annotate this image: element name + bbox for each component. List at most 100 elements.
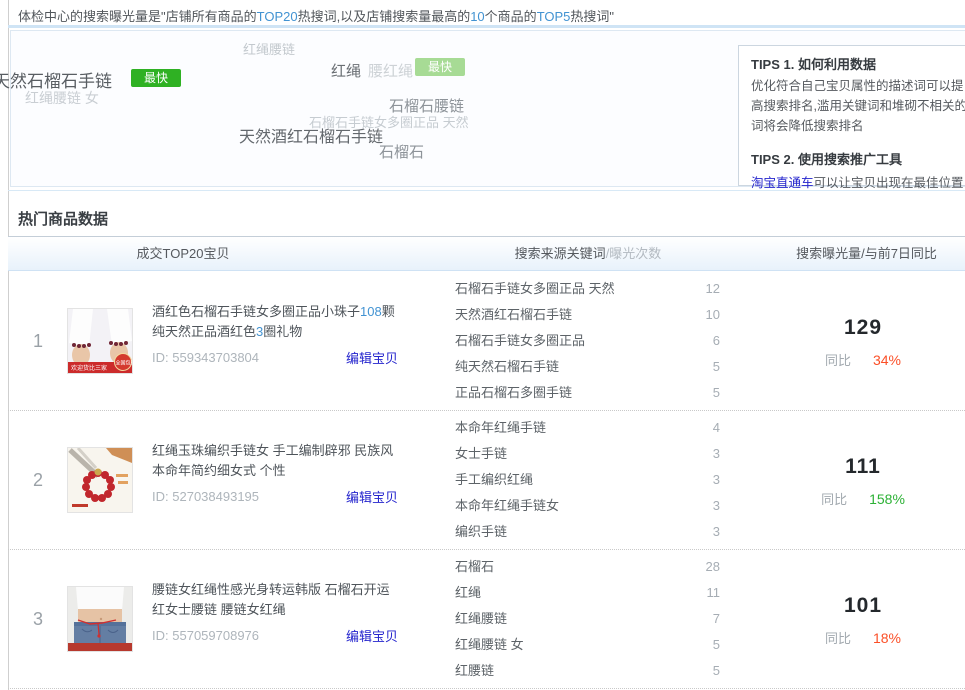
product-id-label: ID: [152,628,169,643]
keyword-row: 红腰链5 [455,658,720,684]
product-info: 红绳玉珠编织手链女 手工编制辟邪 民族风本命年简约细女式 个性 ID: 5270… [152,441,398,506]
fastest-badge: 最快 [415,58,465,76]
keyword-cloud-panel: 红绳腰链 红绳 腰红绳 最快 天然石榴石手链 最快 红绳腰链 女 石榴石腰链 石… [10,30,965,187]
product-title: 酒红色石榴石手链女多圈正品小珠子108颗纯天然正品酒红色3圈礼物 [152,302,398,342]
product-meta: ID: 557059708976 编辑宝贝 [152,626,398,645]
intro-mid1: 热搜词,以及店铺搜索量最高的 [298,9,471,24]
keyword-text: 女士手链 [455,441,507,467]
cloud-keyword: 天然酒红石榴石手链 [239,123,383,147]
intro-suffix: 热搜词" [570,9,614,24]
keyword-row: 红绳腰链 女 5 [455,632,720,658]
exposure-summary: 101 同比18% [783,594,943,647]
product-image[interactable] [67,586,133,652]
exposure-count: 111 [783,455,943,479]
keyword-text: 红腰链 [455,658,494,684]
keyword-count: 3 [713,441,720,467]
edit-item-link[interactable]: 编辑宝贝 [346,487,398,506]
keyword-row: 石榴石手链女多圈正品6 [455,328,720,354]
keyword-count: 5 [713,354,720,380]
title-number: 108 [360,304,382,319]
table-row: 1 欢迎货比三家 全国包邮 酒红色石榴石手链女多圈正品小珠子108颗纯天然正品酒… [8,272,965,411]
keyword-row: 石榴石 28 [455,554,720,580]
svg-text:全国包邮: 全国包邮 [116,360,133,367]
intro-text: 体检中心的搜索曝光量是"店铺所有商品的TOP20热搜词,以及店铺搜索量最高的10… [18,6,614,25]
title-text: 圈礼物 [263,324,302,339]
keyword-text: 红绳腰链 [455,606,507,632]
product-id: ID: 559343703804 [152,350,259,365]
waist-chain-image [68,587,132,651]
table-header-row: 成交TOP20宝贝 搜索来源关键词/曝光次数 搜索曝光量/与前7日同比 [8,237,965,271]
keyword-row: 手工编织红绳 3 [455,467,720,493]
tips-body-1: 优化符合自己宝贝属性的描述词可以提高搜索排名,滥用关键词和堆砌不相关的词将会降低… [751,76,965,136]
yoy-line: 同比 34% [783,350,943,369]
tips-title-1: TIPS 1. 如何利用数据 [751,54,965,73]
header-search-keywords-sub: /曝光次数 [606,246,662,261]
keyword-count: 3 [713,467,720,493]
table-row: 2 红绳玉珠编织手链女 手工编制辟邪 民族风本命年简约细女式 个性 [8,411,965,550]
intro-ten: 10 [470,9,484,24]
keyword-text: 石榴石手链女多圈正品 天然 [455,276,615,302]
keyword-count: 3 [713,493,720,519]
zhitongche-link[interactable]: 淘宝直通车 [751,176,814,190]
section-divider [8,190,965,191]
keyword-count: 5 [713,632,720,658]
intro-prefix: 体检中心的搜索曝光量是"店铺所有商品的 [18,9,257,24]
product-image[interactable]: 欢迎货比三家 全国包邮 [67,308,133,374]
product-id-value: 559343703804 [172,350,259,365]
keyword-text: 红绳 [455,580,481,606]
cloud-keyword: 腰红绳 [368,60,413,81]
product-title: 腰链女红绳性感光身转运韩版 石榴石开运红女士腰链 腰链女红绳 [152,580,398,620]
cloud-keyword: 红绳 [331,60,361,81]
edit-item-link[interactable]: 编辑宝贝 [346,348,398,367]
keyword-text: 石榴石手链女多圈正品 [455,328,585,354]
section-title: 热门商品数据 [18,208,108,229]
keyword-count: 12 [706,276,720,302]
product-id: ID: 557059708976 [152,628,259,643]
rank-number: 1 [8,272,68,410]
keyword-text: 手工编织红绳 [455,467,533,493]
bracelet-wrists-image: 欢迎货比三家 全国包邮 [68,309,132,373]
tips-panel: TIPS 1. 如何利用数据 优化符合自己宝贝属性的描述词可以提高搜索排名,滥用… [738,45,965,186]
exposure-count: 101 [783,594,943,618]
product-meta: ID: 527038493195 编辑宝贝 [152,487,398,506]
keyword-row: 红绳腰链7 [455,606,720,632]
keyword-text: 天然酒红石榴石手链 [455,302,572,328]
yoy-label: 同比 [825,350,851,369]
keyword-text: 本命年红绳手链女 [455,493,559,519]
fastest-badge: 最快 [131,69,181,87]
edit-item-link[interactable]: 编辑宝贝 [346,626,398,645]
product-id-label: ID: [152,350,169,365]
product-id-label: ID: [152,489,169,504]
keyword-list: 石榴石28 红绳11 红绳腰链7 红绳腰链 女5 红腰链5 [455,554,720,684]
red-bead-bracelet-image [68,448,132,512]
yoy-value: 158% [869,491,905,507]
exposure-summary: 111 同比 158% [783,455,943,508]
keyword-text: 本命年红绳手链 [455,415,546,441]
keyword-text: 石榴石 [455,554,494,580]
svg-text:欢迎货比三家: 欢迎货比三家 [71,364,107,372]
table-row: 3 腰链女红绳性感光身转运韩版 石榴石开运红女士腰链 腰链女红绳 ID: 557… [8,550,965,689]
keyword-count: 4 [713,415,720,441]
keyword-row: 正品石榴石多圈手链5 [455,380,720,406]
yoy-value: 34% [873,352,901,368]
keyword-row: 本命年红绳手链 4 [455,415,720,441]
rank-number: 3 [8,550,68,688]
product-info: 酒红色石榴石手链女多圈正品小珠子108颗纯天然正品酒红色3圈礼物 ID: 559… [152,302,398,367]
top-divider [8,25,965,28]
keyword-row: 编织手链3 [455,519,720,545]
intro-mid2: 个商品的 [485,9,537,24]
yoy-value: 18% [873,630,901,646]
tips-title-2: TIPS 2. 使用搜索推广工具 [751,149,965,168]
keyword-text: 红绳腰链 女 [455,632,524,658]
keyword-text: 正品石榴石多圈手链 [455,380,572,406]
yoy-label: 同比 [821,489,847,508]
intro-top5: TOP5 [537,9,571,24]
keyword-row: 纯天然石榴石手链5 [455,354,720,380]
product-title: 红绳玉珠编织手链女 手工编制辟邪 民族风本命年简约细女式 个性 [152,441,398,481]
keyword-count: 28 [706,554,720,580]
keyword-text: 编织手链 [455,519,507,545]
keyword-row: 女士手链 3 [455,441,720,467]
product-info: 腰链女红绳性感光身转运韩版 石榴石开运红女士腰链 腰链女红绳 ID: 55705… [152,580,398,645]
product-image[interactable] [67,447,133,513]
cloud-keyword: 红绳腰链 女 [25,88,99,108]
